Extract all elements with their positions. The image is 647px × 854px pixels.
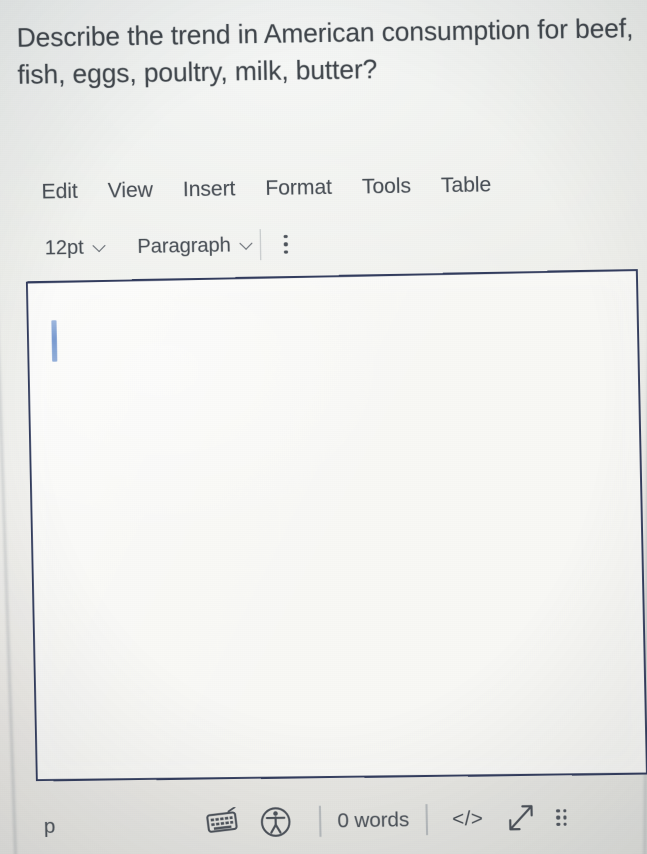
statusbar-divider (319, 806, 321, 837)
element-path-indicator[interactable]: p (44, 815, 56, 839)
resize-dot-blank (570, 809, 574, 813)
accessibility-icon[interactable] (248, 802, 303, 842)
statusbar-divider (425, 804, 427, 835)
editor-glare (28, 271, 646, 779)
resize-dot (556, 816, 560, 820)
resize-dot-grid (556, 809, 574, 827)
keyboard-icon[interactable] (201, 803, 249, 843)
editor-area-wrapper (0, 0, 647, 854)
text-caret (51, 320, 57, 362)
resize-dot-blank (570, 822, 574, 826)
editor-statusbar: 0 words </> (201, 798, 583, 843)
word-count: 0 words (337, 808, 409, 833)
screenshot-root: Describe the trend in American consumpti… (0, 0, 647, 854)
expand-arrows-icon[interactable] (491, 798, 548, 838)
source-code-icon[interactable]: </> (443, 799, 491, 839)
resize-handle-icon[interactable] (547, 798, 583, 838)
resize-dot (563, 816, 567, 820)
resize-dot (556, 823, 560, 827)
resize-dot (556, 809, 560, 813)
source-code-glyph: </> (452, 807, 484, 831)
resize-dot (563, 809, 567, 813)
rich-text-editor-body[interactable] (26, 269, 647, 781)
resize-dot (563, 823, 567, 827)
screen-content-layer: Describe the trend in American consumpti… (0, 0, 647, 854)
resize-dot-blank (570, 816, 574, 820)
